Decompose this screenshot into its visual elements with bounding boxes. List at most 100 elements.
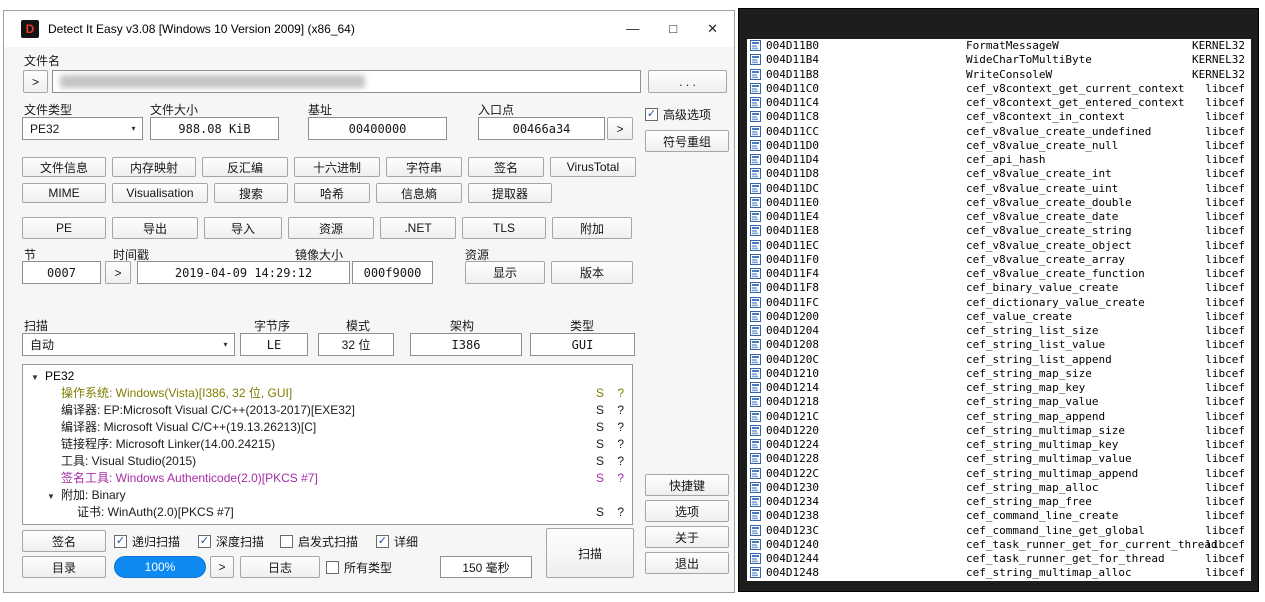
demangle-button[interactable]: 符号重组 [645,130,729,152]
file-size-field[interactable]: 988.08 KiB [150,117,279,140]
help-link[interactable]: ? [617,504,624,521]
minimize-button[interactable]: — [626,21,639,37]
signature-view-link[interactable]: S [596,436,604,453]
detection-row[interactable]: 链接程序: Microsoft Linker(14.00.24215) S ? [23,436,632,453]
virustotal-button[interactable]: VirusTotal [550,157,636,177]
import-button[interactable]: 导入 [204,217,282,239]
import-row[interactable]: 004D11F4 cef_v8value_create_function lib… [747,267,1251,281]
file-path-input[interactable] [52,70,641,93]
resources-button[interactable]: 资源 [288,217,374,239]
about-button[interactable]: 关于 [645,526,729,548]
signatures-button[interactable]: 签名 [468,157,544,177]
memory-map-button[interactable]: 内存映射 [112,157,196,177]
base-address-field[interactable]: 00400000 [308,117,447,140]
app-icon[interactable]: D [21,20,39,38]
import-row[interactable]: 004D11FC cef_dictionary_value_create lib… [747,296,1251,310]
help-link[interactable]: ? [617,419,624,436]
import-row[interactable]: 004D122C cef_string_multimap_append libc… [747,467,1251,481]
signature-view-link[interactable]: S [596,385,604,402]
import-row[interactable]: 004D1234 cef_string_map_free libcef [747,495,1251,509]
import-row[interactable]: 004D11B0 FormatMessageW KERNEL32 [747,39,1251,53]
import-row[interactable]: 004D11C0 cef_v8context_get_current_conte… [747,82,1251,96]
scan-engine-combobox[interactable]: 自动 ▾ [22,333,235,356]
progress-arrow-button[interactable]: > [210,556,234,578]
shortcuts-button[interactable]: 快捷键 [645,474,729,496]
import-row[interactable]: 004D11E0 cef_v8value_create_double libce… [747,196,1251,210]
help-link[interactable]: ? [617,470,624,487]
import-row[interactable]: 004D1204 cef_string_list_size libcef [747,324,1251,338]
import-row[interactable]: 004D11F0 cef_v8value_create_array libcef [747,253,1251,267]
type-field[interactable]: GUI [530,333,635,356]
endianness-field[interactable]: LE [240,333,308,356]
imports-list[interactable]: 004D11B0 FormatMessageW KERNEL32 004D11B… [747,39,1251,581]
signature-view-link[interactable]: S [596,402,604,419]
import-row[interactable]: 004D1238 cef_command_line_create libcef [747,509,1251,523]
mode-field[interactable]: 32 位 [318,333,394,356]
visualisation-button[interactable]: Visualisation [112,183,208,203]
log-button[interactable]: 日志 [240,556,320,578]
sections-count-field[interactable]: 0007 [22,261,101,284]
version-button[interactable]: 版本 [551,261,633,284]
import-row[interactable]: 004D1210 cef_string_map_size libcef [747,367,1251,381]
import-row[interactable]: 004D11B8 WriteConsoleW KERNEL32 [747,68,1251,82]
help-link[interactable]: ? [617,385,624,402]
checkbox-recursive-scan[interactable]: ✓ 递归扫描 [114,533,180,549]
timestamp-field[interactable]: 2019-04-09 14:29:12 [137,261,350,284]
entropy-button[interactable]: 信息熵 [376,183,462,203]
scan-duration-field[interactable]: 150 毫秒 [440,556,532,578]
import-row[interactable]: 004D1200 cef_value_create libcef [747,310,1251,324]
import-row[interactable]: 004D11CC cef_v8value_create_undefined li… [747,125,1251,139]
import-row[interactable]: 004D1244 cef_task_runner_get_for_thread … [747,552,1251,566]
import-row[interactable]: 004D11DC cef_v8value_create_uint libcef [747,182,1251,196]
extractor-button[interactable]: 提取器 [468,183,552,203]
pe-button[interactable]: PE [22,217,106,239]
expander-icon[interactable]: ▼ [31,369,45,386]
import-row[interactable]: 004D1248 cef_string_multimap_alloc libce… [747,566,1251,580]
file-type-combobox[interactable]: PE32 ▾ [22,117,143,140]
import-row[interactable]: 004D11B4 WideCharToMultiByte KERNEL32 [747,53,1251,67]
scan-button[interactable]: 扫描 [546,528,634,578]
goto-entry-button[interactable]: > [607,117,633,140]
exit-button[interactable]: 退出 [645,552,729,574]
import-row[interactable]: 004D11C8 cef_v8context_in_context libcef [747,110,1251,124]
detection-row[interactable]: 证书: WinAuth(2.0)[PKCS #7] S ? [23,504,632,521]
import-row[interactable]: 004D11D0 cef_v8value_create_null libcef [747,139,1251,153]
strings-button[interactable]: 字符串 [386,157,462,177]
signature-view-link[interactable]: S [596,419,604,436]
maximize-button[interactable]: □ [669,21,677,37]
tls-button[interactable]: TLS [462,217,546,239]
import-row[interactable]: 004D123C cef_command_line_get_global lib… [747,524,1251,538]
signatures-footer-button[interactable]: 签名 [22,530,106,552]
import-row[interactable]: 004D121C cef_string_map_append libcef [747,410,1251,424]
dotnet-button[interactable]: .NET [380,217,456,239]
mime-button[interactable]: MIME [22,183,106,203]
detection-results-tree[interactable]: ▼PE32 操作系统: Windows(Vista)[I386, 32 位, G… [22,364,633,525]
detection-row[interactable]: 操作系统: Windows(Vista)[I386, 32 位, GUI] S … [23,385,632,402]
import-row[interactable]: 004D11EC cef_v8value_create_object libce… [747,239,1251,253]
file-info-button[interactable]: 文件信息 [22,157,106,177]
architecture-field[interactable]: I386 [410,333,522,356]
checkbox-verbose[interactable]: ✓ 详细 [376,533,418,549]
import-row[interactable]: 004D1208 cef_string_list_value libcef [747,338,1251,352]
checkbox-all-types[interactable]: 所有类型 [326,559,392,575]
import-row[interactable]: 004D1224 cef_string_multimap_key libcef [747,438,1251,452]
checkbox-deep-scan[interactable]: ✓ 深度扫描 [198,533,264,549]
show-resources-button[interactable]: 显示 [465,261,545,284]
import-row[interactable]: 004D11E8 cef_v8value_create_string libce… [747,224,1251,238]
help-link[interactable]: ? [617,453,624,470]
detection-row[interactable]: 签名工具: Windows Authenticode(2.0)[PKCS #7]… [23,470,632,487]
signature-view-link[interactable]: S [596,470,604,487]
open-arrow-button[interactable]: > [23,70,48,93]
search-button[interactable]: 搜索 [214,183,288,203]
hex-button[interactable]: 十六进制 [294,157,380,177]
detection-row[interactable]: 编译器: EP:Microsoft Visual C/C++(2013-2017… [23,402,632,419]
import-row[interactable]: 004D1218 cef_string_map_value libcef [747,395,1251,409]
browse-button[interactable]: . . . [648,70,727,93]
import-row[interactable]: 004D1220 cef_string_multimap_size libcef [747,424,1251,438]
expander-icon[interactable]: ▼ [47,488,61,505]
detection-row[interactable]: ▼PE32 [23,368,632,385]
export-button[interactable]: 导出 [112,217,198,239]
close-button[interactable]: ✕ [707,21,718,37]
detection-row[interactable]: ▼附加: Binary [23,487,632,504]
sections-viewer-button[interactable]: > [105,261,131,284]
